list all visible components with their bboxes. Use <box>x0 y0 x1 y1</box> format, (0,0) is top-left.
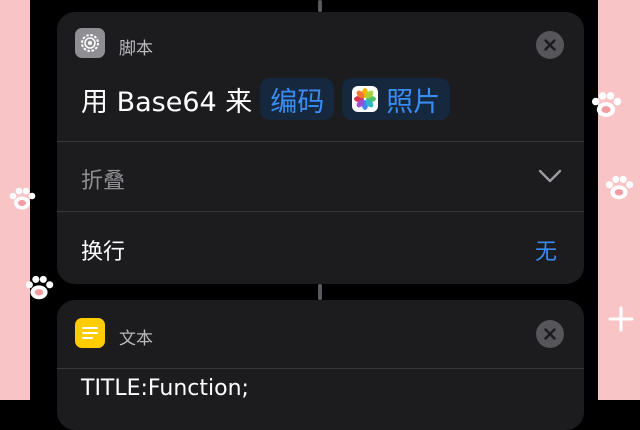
card-title: 文本 <box>119 329 153 349</box>
remove-action-button[interactable] <box>536 320 564 348</box>
remove-action-button[interactable] <box>536 31 564 59</box>
close-icon <box>544 328 556 340</box>
card-title: 脚本 <box>119 39 153 59</box>
collapse-label: 折叠 <box>81 169 126 194</box>
photos-input-pill[interactable]: 照片 <box>342 78 451 120</box>
text-action-card[interactable]: 文本 TITLE:Function; <box>57 300 584 430</box>
gear-icon <box>75 28 105 58</box>
paw-decoration-icon <box>9 187 36 210</box>
action-prefix: 用 Base64 来 <box>81 86 253 118</box>
paw-decoration-icon <box>25 275 54 300</box>
card-header: 文本 <box>57 300 584 360</box>
sparkle-icon <box>608 306 634 332</box>
note-icon <box>75 318 105 348</box>
divider <box>57 368 584 369</box>
text-content-field[interactable]: TITLE:Function; <box>81 376 249 401</box>
collapse-row[interactable]: 折叠 <box>57 142 584 211</box>
action-summary: 用 Base64 来 编码 照片 <box>81 78 451 120</box>
photos-icon <box>352 86 379 112</box>
encode-mode-label: 编码 <box>270 86 325 118</box>
paw-decoration-icon <box>605 175 634 200</box>
text-content: TITLE:Function; <box>81 376 249 401</box>
card-header: 脚本 <box>57 12 584 72</box>
action-connector <box>318 0 322 12</box>
photos-input-label: 照片 <box>386 86 441 118</box>
base64-action-card[interactable]: 脚本 用 Base64 来 编码 照片 折叠 换行 无 <box>57 12 584 284</box>
action-connector <box>318 284 322 300</box>
paw-decoration-icon <box>591 92 622 117</box>
wrap-label: 换行 <box>81 240 126 265</box>
encode-mode-pill[interactable]: 编码 <box>260 78 335 120</box>
chevron-down-icon <box>538 169 562 183</box>
close-icon <box>544 39 556 51</box>
wrap-value[interactable]: 无 <box>535 234 557 266</box>
wrap-row[interactable]: 换行 无 <box>57 212 584 284</box>
